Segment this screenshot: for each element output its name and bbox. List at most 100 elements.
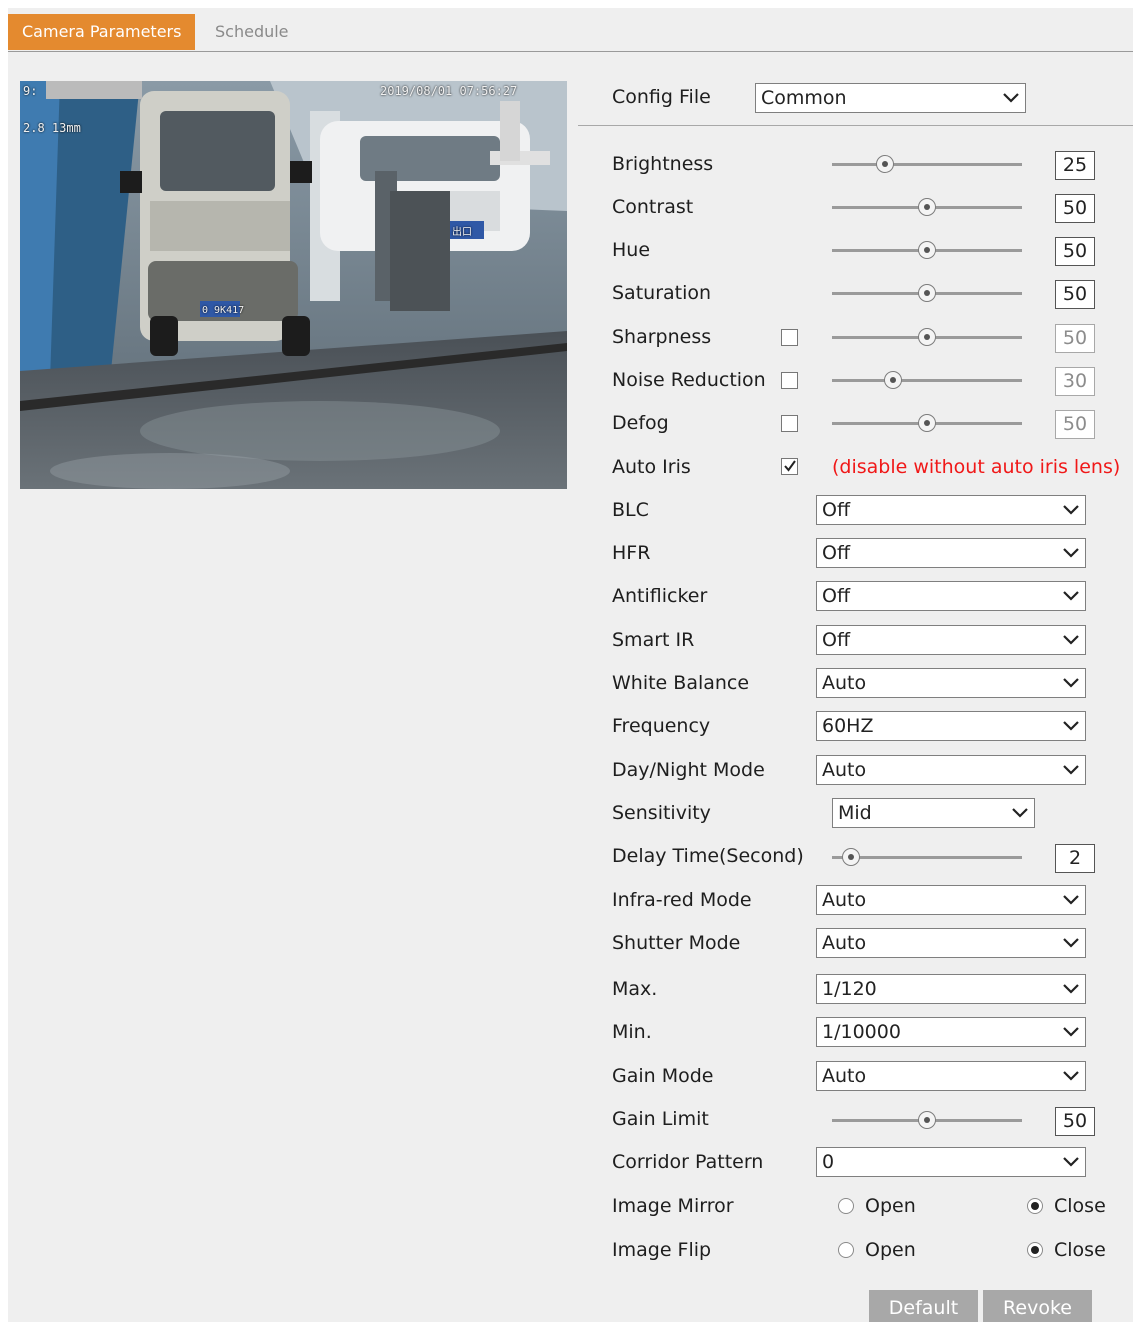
slider-thumb[interactable]: [918, 414, 936, 432]
max-select[interactable]: 1/120: [816, 974, 1086, 1004]
shutter-value: Auto: [822, 932, 867, 954]
slider-thumb[interactable]: [841, 848, 860, 866]
defog-slider[interactable]: [832, 411, 1022, 435]
corridor-label: Corridor Pattern: [612, 1151, 764, 1173]
blc-select[interactable]: Off: [816, 495, 1086, 525]
camera-preview-image: [20, 81, 567, 489]
divider: [578, 125, 1133, 126]
brightness-slider[interactable]: [832, 152, 1022, 176]
contrast-label: Contrast: [612, 196, 694, 218]
image-flip-open-radio[interactable]: [838, 1242, 854, 1258]
image-mirror-close-radio[interactable]: [1027, 1198, 1043, 1214]
image-flip-label: Image Flip: [612, 1239, 712, 1261]
min-label: Min.: [612, 1021, 652, 1043]
saturation-slider[interactable]: [832, 281, 1022, 305]
sensitivity-value: Mid: [838, 802, 872, 824]
gain-limit-value[interactable]: 50: [1055, 1107, 1095, 1136]
auto-iris-warning: (disable without auto iris lens): [832, 456, 1121, 478]
antiflicker-select[interactable]: Off: [816, 581, 1086, 611]
chevron-down-icon: [1063, 548, 1079, 558]
chevron-down-icon: [1063, 721, 1079, 731]
slider-thumb[interactable]: [918, 241, 936, 259]
contrast-value[interactable]: 50: [1055, 194, 1095, 223]
defog-value[interactable]: 50: [1055, 410, 1095, 439]
chevron-down-icon: [1063, 1157, 1079, 1167]
hfr-label: HFR: [612, 542, 651, 564]
config-file-select[interactable]: Common: [755, 83, 1026, 113]
check-icon: [784, 460, 796, 472]
chevron-down-icon: [1063, 895, 1079, 905]
delay-time-value[interactable]: 2: [1055, 844, 1095, 873]
slider-thumb[interactable]: [884, 371, 902, 389]
gain-limit-slider[interactable]: [832, 1108, 1022, 1132]
tab-schedule[interactable]: Schedule: [201, 14, 303, 50]
defog-checkbox[interactable]: [781, 415, 798, 432]
sharpness-slider[interactable]: [832, 325, 1022, 349]
osd-lens: 2.8 13mm: [23, 121, 81, 135]
noise-reduction-slider[interactable]: [832, 368, 1022, 392]
tab-camera-parameters[interactable]: Camera Parameters: [8, 14, 196, 50]
contrast-slider[interactable]: [832, 195, 1022, 219]
revoke-button[interactable]: Revoke: [983, 1290, 1092, 1322]
smart-ir-label: Smart IR: [612, 629, 695, 651]
noise-reduction-checkbox[interactable]: [781, 372, 798, 389]
min-value: 1/10000: [822, 1021, 901, 1043]
chevron-down-icon: [1063, 984, 1079, 994]
slider-thumb[interactable]: [918, 328, 936, 346]
chevron-down-icon: [1063, 505, 1079, 515]
frequency-select[interactable]: 60HZ: [816, 711, 1086, 741]
blc-label: BLC: [612, 499, 649, 521]
saturation-label: Saturation: [612, 282, 712, 304]
shutter-select[interactable]: Auto: [816, 928, 1086, 958]
slider-thumb[interactable]: [875, 155, 894, 173]
auto-iris-checkbox[interactable]: [781, 458, 798, 475]
saturation-value[interactable]: 50: [1055, 280, 1095, 309]
min-select[interactable]: 1/10000: [816, 1017, 1086, 1047]
hfr-select[interactable]: Off: [816, 538, 1086, 568]
day-night-label: Day/Night Mode: [612, 759, 765, 781]
smart-ir-select[interactable]: Off: [816, 625, 1086, 655]
corridor-select[interactable]: 0: [816, 1147, 1086, 1177]
delay-time-slider[interactable]: [832, 845, 1022, 869]
delay-time-label: Delay Time(Second): [612, 845, 804, 867]
defog-label: Defog: [612, 412, 669, 434]
frequency-label: Frequency: [612, 715, 711, 737]
white-balance-select[interactable]: Auto: [816, 668, 1086, 698]
sharpness-value[interactable]: 50: [1055, 324, 1095, 353]
brightness-value[interactable]: 25: [1055, 151, 1095, 180]
chevron-down-icon: [1063, 1027, 1079, 1037]
image-flip-close-label: Close: [1054, 1239, 1106, 1261]
hue-value[interactable]: 50: [1055, 237, 1095, 266]
image-flip-open-label: Open: [865, 1239, 916, 1261]
image-flip-close-radio[interactable]: [1027, 1242, 1043, 1258]
hue-slider[interactable]: [832, 238, 1022, 262]
infrared-select[interactable]: Auto: [816, 885, 1086, 915]
corridor-value: 0: [822, 1151, 835, 1173]
day-night-select[interactable]: Auto: [816, 755, 1086, 785]
image-mirror-open-radio[interactable]: [838, 1198, 854, 1214]
config-file-label: Config File: [612, 86, 711, 108]
gain-mode-select[interactable]: Auto: [816, 1061, 1086, 1091]
image-mirror-open-label: Open: [865, 1195, 916, 1217]
slider-thumb[interactable]: [918, 1111, 936, 1129]
gain-limit-label: Gain Limit: [612, 1108, 709, 1130]
chevron-down-icon: [1012, 808, 1028, 818]
slider-thumb[interactable]: [918, 284, 936, 302]
image-mirror-label: Image Mirror: [612, 1195, 734, 1217]
infrared-value: Auto: [822, 889, 867, 911]
default-button[interactable]: Default: [869, 1290, 978, 1322]
sensitivity-select[interactable]: Mid: [832, 798, 1035, 828]
antiflicker-value: Off: [822, 585, 851, 607]
noise-reduction-label: Noise Reduction: [612, 369, 766, 391]
hue-label: Hue: [612, 239, 651, 261]
osd-time-partial: 9:: [23, 84, 38, 98]
smart-ir-value: Off: [822, 629, 851, 651]
hfr-value: Off: [822, 542, 851, 564]
brightness-label: Brightness: [612, 153, 714, 175]
slider-thumb[interactable]: [918, 198, 936, 216]
day-night-value: Auto: [822, 759, 867, 781]
sharpness-checkbox[interactable]: [781, 329, 798, 346]
osd-datetime: 2019/08/01 07:56:27: [380, 84, 518, 98]
auto-iris-label: Auto Iris: [612, 456, 691, 478]
noise-reduction-value[interactable]: 30: [1055, 367, 1095, 396]
